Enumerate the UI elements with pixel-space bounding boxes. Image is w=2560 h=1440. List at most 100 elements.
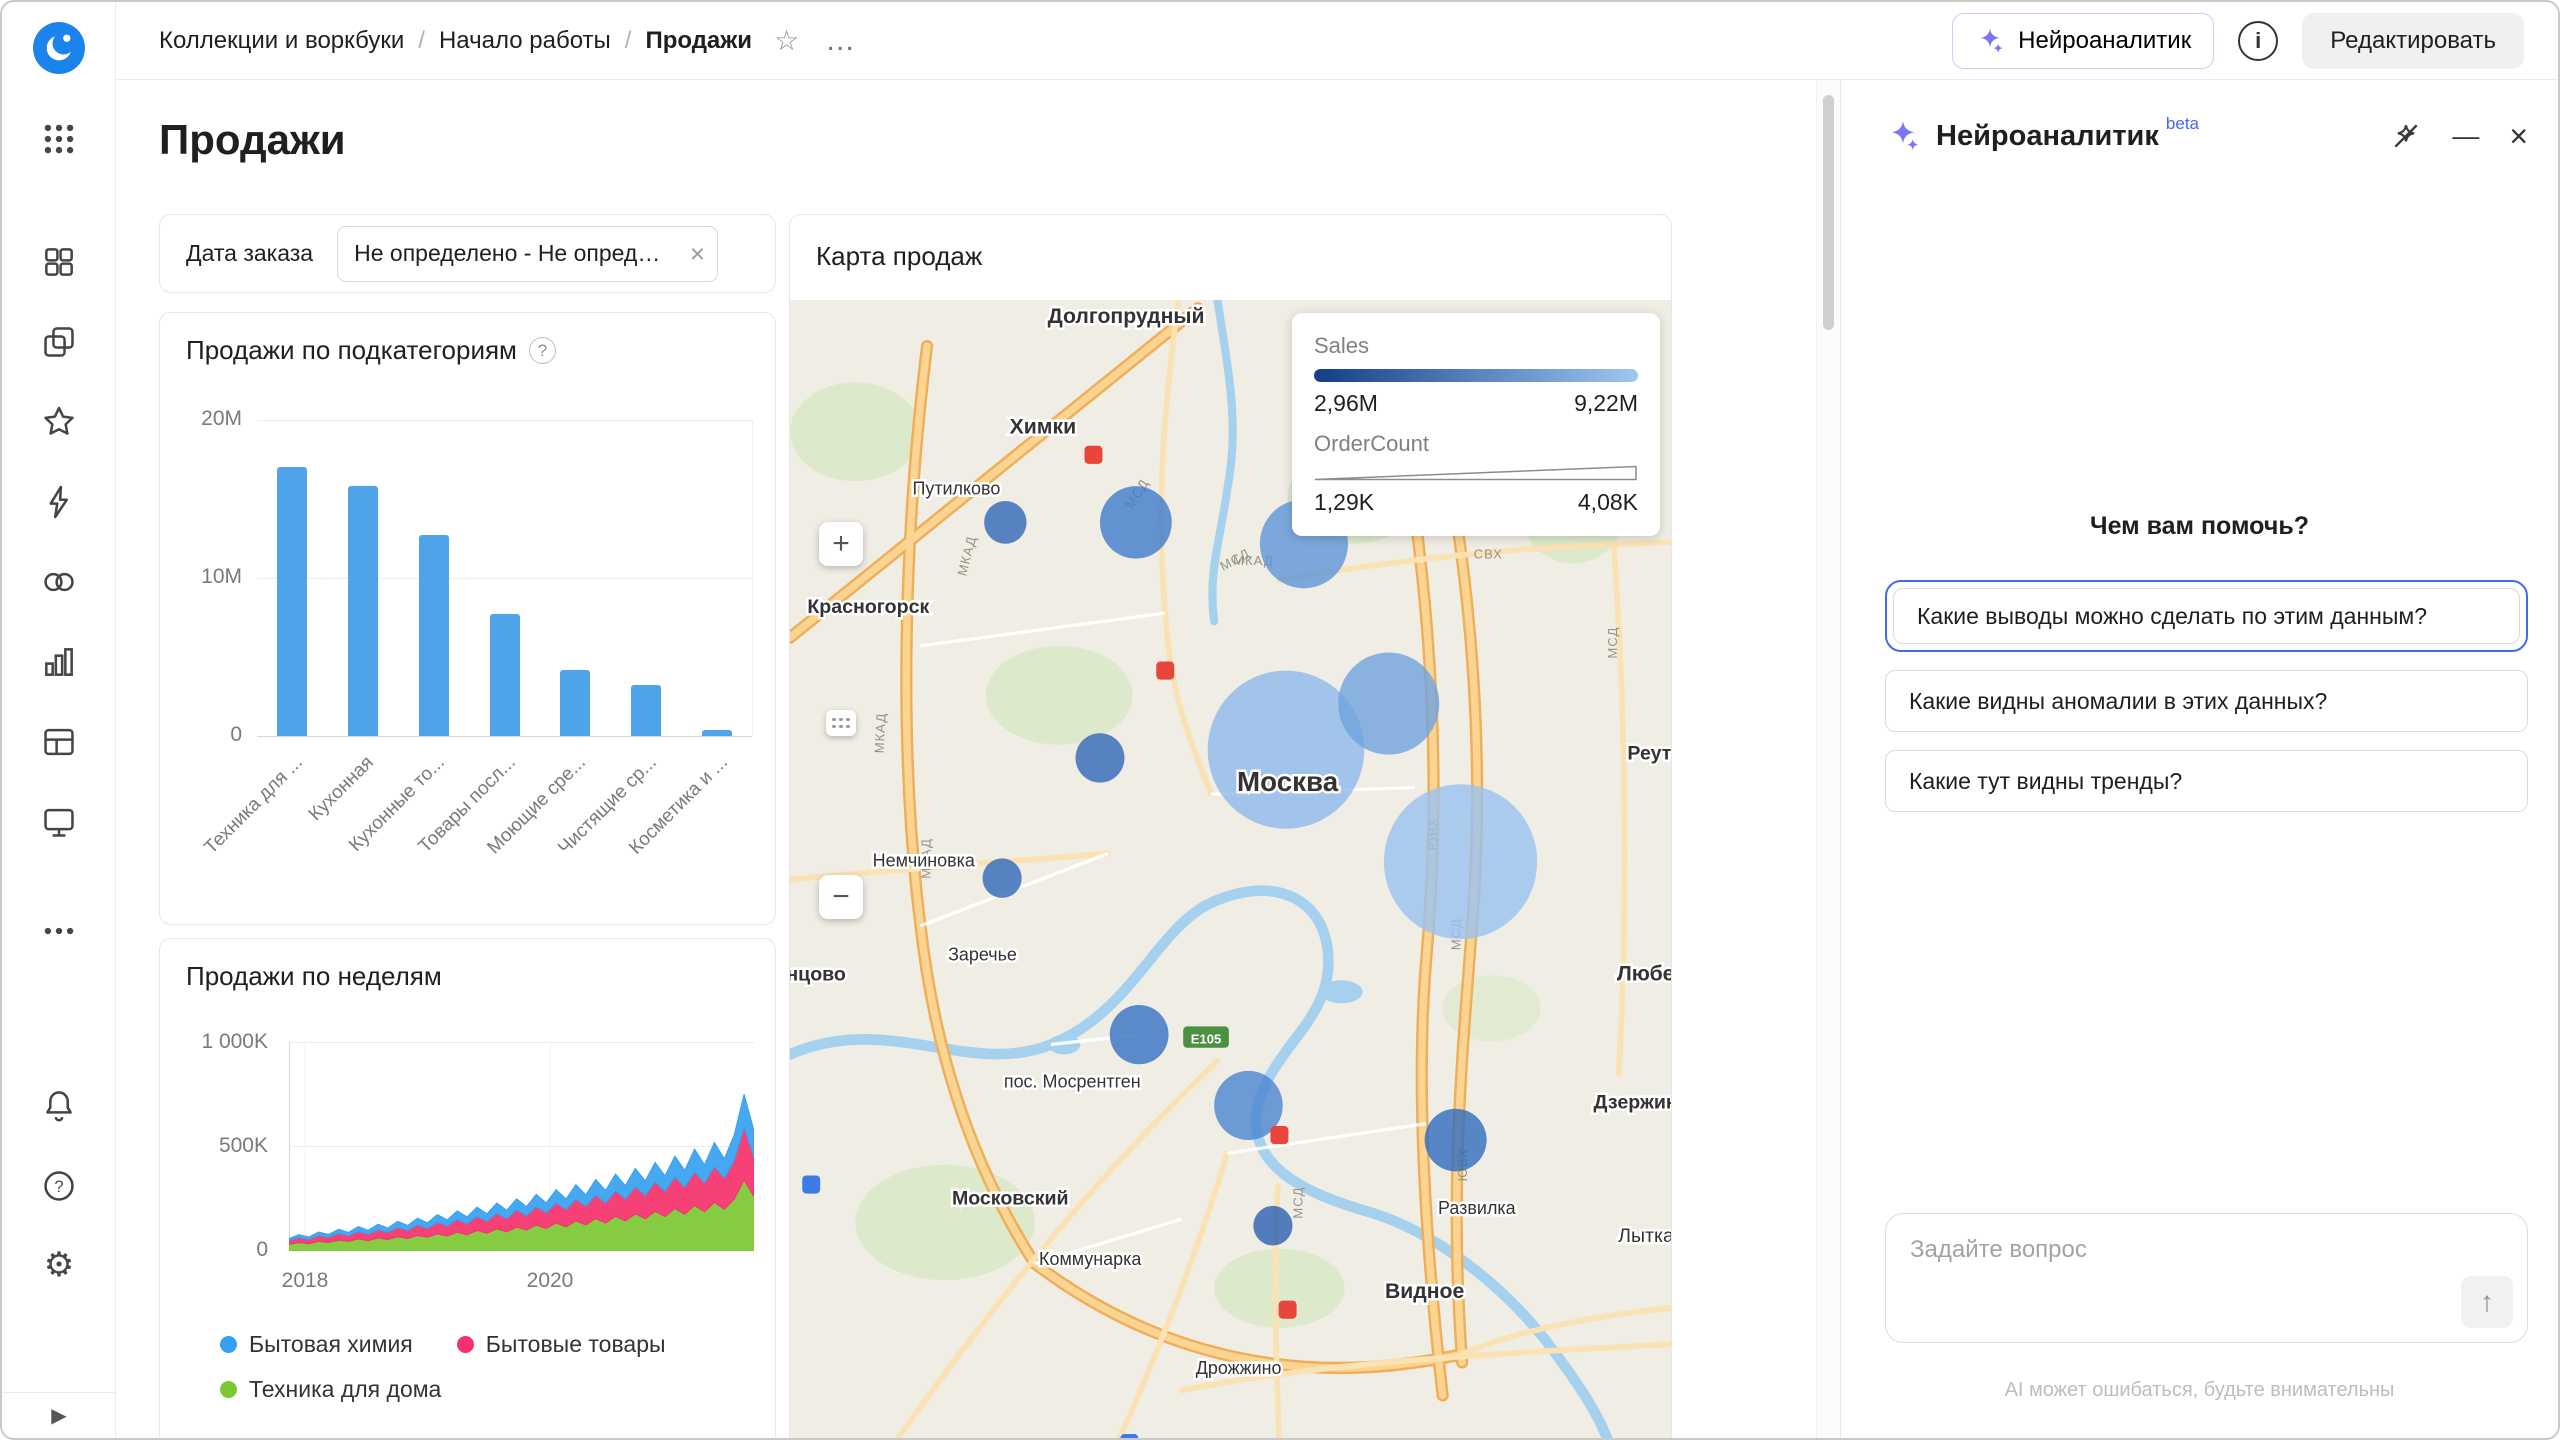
- datalens-logo[interactable]: [2, 22, 116, 74]
- legend-label: Бытовые товары: [486, 1331, 666, 1358]
- transit-marker-icon: [1270, 1126, 1288, 1144]
- legend-dot: [220, 1336, 237, 1353]
- info-icon[interactable]: i: [2238, 21, 2278, 61]
- y-tick: 0: [160, 1238, 268, 1262]
- datasets-icon[interactable]: [2, 556, 116, 608]
- editor-icon[interactable]: [2, 796, 116, 848]
- expand-icon: ▶: [51, 1403, 66, 1428]
- map-bubble[interactable]: [1384, 784, 1537, 939]
- road-label: МКАД: [872, 712, 889, 753]
- bar-chart-plot: 20M 10M 0 Техника для ...КухоннаяКухонны…: [160, 313, 775, 924]
- favorite-star-icon[interactable]: ☆: [774, 24, 799, 57]
- place-label: Одинцово: [790, 963, 846, 985]
- breadcrumb-collections[interactable]: Коллекции и воркбуки: [159, 27, 404, 55]
- more-icon[interactable]: [2, 905, 116, 957]
- map-bubble[interactable]: [984, 501, 1026, 544]
- map-card: Карта продаж: [789, 214, 1672, 1440]
- bar-1[interactable]: [348, 486, 378, 736]
- neuroanalyst-button[interactable]: Нейроаналитик: [1952, 13, 2214, 69]
- apps-grid-icon[interactable]: [2, 113, 116, 165]
- charts-icon[interactable]: [2, 636, 116, 688]
- legend-item[interactable]: Бытовая химия: [220, 1331, 413, 1358]
- edit-button-label: Редактировать: [2330, 27, 2496, 55]
- date-filter-input[interactable]: Не определено - Не определено ×: [337, 226, 718, 282]
- bar-0[interactable]: [277, 467, 307, 736]
- edit-button[interactable]: Редактировать: [2302, 13, 2524, 69]
- map-title: Карта продаж: [816, 241, 982, 272]
- question-input[interactable]: [1886, 1214, 2527, 1342]
- gridline: [257, 420, 752, 421]
- place-label: Лыткарино: [1618, 1225, 1671, 1247]
- beta-badge: beta: [2166, 114, 2199, 134]
- ordercount-min: 1,29K: [1314, 489, 1374, 516]
- bar-2[interactable]: [419, 535, 449, 736]
- map-bubble[interactable]: [1425, 1109, 1487, 1172]
- map-bubble[interactable]: [1110, 1005, 1169, 1064]
- settings-icon[interactable]: ⚙: [2, 1239, 116, 1291]
- legend-item[interactable]: Бытовые товары: [457, 1331, 666, 1358]
- neuroanalyst-button-label: Нейроаналитик: [2018, 27, 2191, 55]
- zoom-out-button[interactable]: −: [819, 875, 863, 919]
- bar-6[interactable]: [702, 730, 732, 736]
- send-button[interactable]: ↑: [2461, 1276, 2513, 1328]
- area-chart-plot[interactable]: [289, 1042, 754, 1251]
- bar-5[interactable]: [631, 685, 661, 736]
- breadcrumb-separator: /: [625, 27, 632, 55]
- place-label: Красногорск: [807, 596, 929, 618]
- zoom-in-button[interactable]: +: [819, 522, 863, 566]
- transit-marker-icon: [802, 1175, 820, 1193]
- notifications-icon[interactable]: [2, 1080, 116, 1132]
- suggestion-anomalies[interactable]: Какие видны аномалии в этих данных?: [1885, 670, 2528, 732]
- y-tick: 20M: [160, 407, 242, 431]
- more-actions-icon[interactable]: …: [825, 24, 858, 58]
- sales-min: 2,96M: [1314, 390, 1378, 417]
- vertical-scrollbar[interactable]: [1816, 80, 1840, 1438]
- dashboards-icon[interactable]: [2, 236, 116, 288]
- breadcrumb-getting-started[interactable]: Начало работы: [439, 27, 611, 55]
- map-bubble[interactable]: [1338, 652, 1439, 754]
- area-chart-title: Продажи по неделям: [186, 961, 442, 992]
- chart-legend: Бытовая химия Бытовые товары Техника для д…: [220, 1331, 740, 1403]
- breadcrumb: Коллекции и воркбуки / Начало работы / П…: [159, 24, 858, 58]
- clear-filter-icon[interactable]: ×: [690, 238, 705, 269]
- sales-map[interactable]: Е105 МКАДМКАДМКАДМКАДМСДМСДМСДМСДМСДСВХЮ…: [790, 300, 1671, 1440]
- map-bubble[interactable]: [1100, 486, 1172, 558]
- place-label: Дзержинский: [1594, 1092, 1671, 1114]
- suggestion-conclusions[interactable]: Какие выводы можно сделать по этим данны…: [1893, 588, 2520, 644]
- close-icon[interactable]: ×: [2509, 120, 2528, 152]
- place-label: Московский: [952, 1187, 1069, 1209]
- gridline: [257, 578, 752, 579]
- map-bubble[interactable]: [983, 858, 1022, 898]
- favorites-icon[interactable]: [2, 396, 116, 448]
- suggestion-trends[interactable]: Какие тут видны тренды?: [1885, 750, 2528, 812]
- zoom-slider-handle[interactable]: [826, 710, 856, 736]
- dashboard-area: Продажи Дата заказа Не определено - Не о…: [116, 80, 1816, 1440]
- connections-icon[interactable]: [2, 476, 116, 528]
- road-label: СВХ: [1474, 547, 1503, 562]
- disable-assistant-icon[interactable]: [2390, 120, 2422, 152]
- bar-3[interactable]: [490, 614, 520, 736]
- collections-icon[interactable]: [2, 316, 116, 368]
- place-label: Видное: [1385, 1279, 1464, 1303]
- place-label: Заречье: [948, 944, 1017, 964]
- legend-item[interactable]: Техника для дома: [220, 1376, 441, 1403]
- bar-4[interactable]: [560, 670, 590, 736]
- breadcrumb-separator: /: [418, 27, 425, 55]
- place-label: Химки: [1010, 414, 1076, 438]
- help-icon[interactable]: ?: [2, 1160, 116, 1212]
- expand-sidebar-button[interactable]: ▶: [2, 1392, 116, 1438]
- scrollbar-thumb[interactable]: [1823, 95, 1834, 330]
- date-filter-card: Дата заказа Не определено - Не определен…: [159, 214, 776, 293]
- map-bubble[interactable]: [1076, 733, 1125, 782]
- question-glyph: ?: [54, 1177, 63, 1196]
- tables-icon[interactable]: [2, 716, 116, 768]
- y-tick: 0: [160, 723, 242, 747]
- sparkle-icon: [1975, 26, 2005, 56]
- place-label: пос. Мосрентген: [1004, 1071, 1141, 1091]
- map-bubble[interactable]: [1253, 1206, 1292, 1246]
- minimize-icon[interactable]: —: [2452, 123, 2479, 150]
- place-label: Дрожжино: [1196, 1358, 1282, 1378]
- sidebar: ? ⚙ ▶: [2, 2, 116, 1438]
- legend-label: Бытовая химия: [249, 1331, 413, 1358]
- place-label: Долгопрудный: [1048, 304, 1205, 328]
